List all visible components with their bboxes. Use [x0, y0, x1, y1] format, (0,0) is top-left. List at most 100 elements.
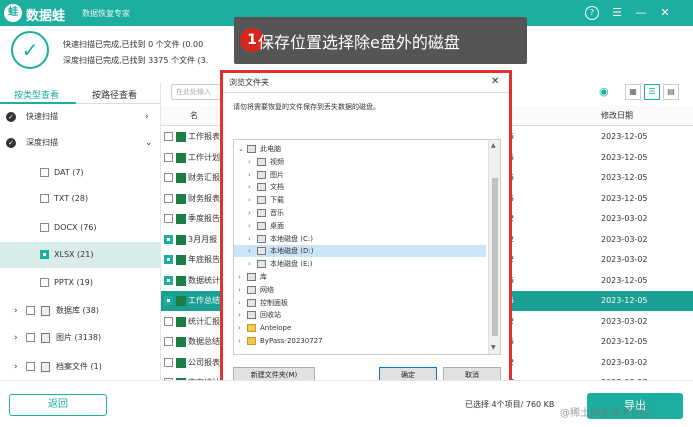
- folder-tree-item[interactable]: › 本地磁盘 (E:): [234, 258, 486, 270]
- folder-tree-item[interactable]: › 控制面板: [234, 297, 486, 309]
- folder-tree-item[interactable]: › 文档: [234, 181, 486, 193]
- row-checkbox[interactable]: [164, 296, 173, 305]
- expand-right-icon[interactable]: ›: [248, 169, 251, 181]
- column-header-date[interactable]: 修改日期: [601, 106, 633, 126]
- drive-icon: [257, 234, 266, 243]
- tree-item-docx[interactable]: DOCX (76): [0, 215, 161, 241]
- checkbox[interactable]: [26, 333, 35, 342]
- row-checkbox[interactable]: [164, 152, 173, 162]
- checkbox[interactable]: [40, 278, 49, 287]
- folder-tree-item[interactable]: › ByPass-20230727: [234, 335, 486, 347]
- folder-icon: [247, 337, 256, 345]
- folder-tree-label: 下载: [270, 196, 284, 205]
- folder-tree-item[interactable]: › 视频: [234, 156, 486, 168]
- chevron-right-icon[interactable]: ›: [14, 354, 18, 380]
- tab-by-path[interactable]: 按路径查看: [92, 88, 137, 101]
- grid-view-icon[interactable]: ▦: [625, 84, 641, 100]
- chevron-right-icon[interactable]: ›: [145, 104, 149, 130]
- chevron-down-icon[interactable]: ⌄: [145, 130, 153, 156]
- row-checkbox[interactable]: [164, 255, 173, 264]
- expand-right-icon[interactable]: ›: [248, 181, 251, 193]
- checkbox-partial[interactable]: [40, 250, 49, 259]
- folder-tree-label: 回收站: [260, 311, 281, 320]
- checkbox[interactable]: [26, 306, 35, 315]
- tree-item-label: 档案文件 (1): [56, 362, 102, 371]
- tree-item-pptx[interactable]: PPTX (19): [0, 270, 161, 296]
- scroll-down-icon[interactable]: ▼: [491, 344, 496, 351]
- expand-right-icon[interactable]: ›: [238, 271, 241, 283]
- expand-right-icon[interactable]: ›: [248, 194, 251, 206]
- expand-right-icon[interactable]: ›: [238, 335, 241, 347]
- row-checkbox[interactable]: [164, 337, 173, 346]
- row-checkbox[interactable]: [164, 132, 173, 141]
- database-icon: [41, 306, 50, 316]
- folder-tree-item[interactable]: › 音乐: [234, 207, 486, 219]
- folder-tree-item[interactable]: › 下载: [234, 194, 486, 206]
- row-checkbox[interactable]: [164, 193, 173, 203]
- app-subtitle: 数据恢复专家: [82, 9, 130, 18]
- row-checkbox[interactable]: [164, 316, 173, 326]
- list-view-icon[interactable]: ☰: [644, 84, 660, 100]
- tree-item-archives[interactable]: › 档案文件 (1): [0, 354, 161, 380]
- scrollbar-thumb[interactable]: [492, 178, 498, 336]
- menu-icon[interactable]: ☰: [610, 6, 624, 20]
- chevron-right-icon[interactable]: ›: [14, 325, 18, 351]
- folder-tree-item[interactable]: › 回收站: [234, 309, 486, 321]
- expand-right-icon[interactable]: ›: [248, 207, 251, 219]
- row-checkbox[interactable]: [164, 357, 173, 367]
- checkbox[interactable]: [40, 168, 49, 177]
- expand-right-icon[interactable]: ›: [238, 309, 241, 321]
- expand-right-icon[interactable]: ›: [238, 297, 241, 309]
- tree-item-txt[interactable]: TXT (28): [0, 186, 161, 212]
- expand-right-icon[interactable]: ›: [238, 284, 241, 296]
- checkbox[interactable]: [40, 194, 49, 203]
- expand-down-icon[interactable]: ⌄: [238, 143, 244, 155]
- preview-eye-icon[interactable]: ◉: [599, 85, 609, 98]
- folder-tree-item[interactable]: › 桌面: [234, 220, 486, 232]
- folder-tree-item[interactable]: › 库: [234, 271, 486, 283]
- folder-tree-item[interactable]: › 图片: [234, 169, 486, 181]
- file-date: 2023-03-02: [601, 316, 648, 326]
- folder-tree-scrollbar[interactable]: ▲ ▼: [488, 140, 500, 354]
- close-icon[interactable]: ✕: [658, 6, 672, 20]
- scroll-up-icon[interactable]: ▲: [491, 142, 496, 149]
- expand-right-icon[interactable]: ›: [248, 258, 251, 270]
- quick-scan-status: 快速扫描已完成,已找到 0 个文件 (0.00: [63, 40, 204, 49]
- tree-item-label: DAT (7): [54, 168, 84, 177]
- folder-tree-label: ByPass-20230727: [260, 337, 323, 345]
- back-button[interactable]: 返回: [9, 394, 107, 416]
- folder-tree: ⌄ 此电脑 › 视频 › 图片 › 文档 › 下载 › 音乐 › 桌面 › 本地磁盘 (C:) › 本地磁盘 (D…: [233, 139, 501, 355]
- help-icon[interactable]: ?: [585, 6, 599, 20]
- file-date: 2023-03-02: [601, 255, 648, 264]
- folder-tree-item[interactable]: › 本地磁盘 (D:): [234, 245, 486, 258]
- expand-right-icon[interactable]: ›: [248, 245, 251, 257]
- checkbox[interactable]: [40, 223, 49, 232]
- minimize-icon[interactable]: —: [634, 6, 648, 20]
- folder-tree-item[interactable]: ⌄ 此电脑: [234, 143, 486, 155]
- folder-tree-item[interactable]: › 本地磁盘 (C:): [234, 233, 486, 245]
- archive-icon: [41, 362, 50, 372]
- folder-tree-item[interactable]: › 网络: [234, 284, 486, 296]
- row-checkbox[interactable]: [164, 234, 173, 244]
- tree-item-xlsx[interactable]: XLSX (21): [0, 242, 161, 268]
- expand-right-icon[interactable]: ›: [248, 220, 251, 232]
- expand-right-icon[interactable]: ›: [248, 156, 251, 168]
- row-checkbox[interactable]: [164, 275, 173, 285]
- expand-right-icon[interactable]: ›: [238, 322, 241, 334]
- column-header-name[interactable]: 名: [190, 106, 198, 126]
- row-checkbox[interactable]: [164, 173, 173, 182]
- tree-item-quick-scan[interactable]: ✓ 快速扫描 ›: [0, 104, 161, 130]
- tab-by-type[interactable]: 按类型查看: [14, 88, 59, 101]
- detail-view-icon[interactable]: ▤: [663, 84, 679, 100]
- checkbox[interactable]: [26, 362, 35, 371]
- folder-tree-item[interactable]: › Antelope: [234, 322, 486, 334]
- tree-item-images[interactable]: › 图片 (3138): [0, 325, 161, 351]
- row-checkbox[interactable]: [164, 214, 173, 223]
- tree-item-database[interactable]: › 数据库 (38): [0, 298, 161, 324]
- chevron-right-icon[interactable]: ›: [14, 298, 18, 324]
- expand-right-icon[interactable]: ›: [248, 233, 251, 245]
- tree-item-deep-scan[interactable]: ✓ 深度扫描 ⌄: [0, 130, 161, 156]
- selection-info: 已选择 4个项目/ 760 KB: [465, 400, 555, 409]
- tree-item-dat[interactable]: DAT (7): [0, 160, 161, 186]
- dialog-close-icon[interactable]: ✕: [491, 76, 499, 87]
